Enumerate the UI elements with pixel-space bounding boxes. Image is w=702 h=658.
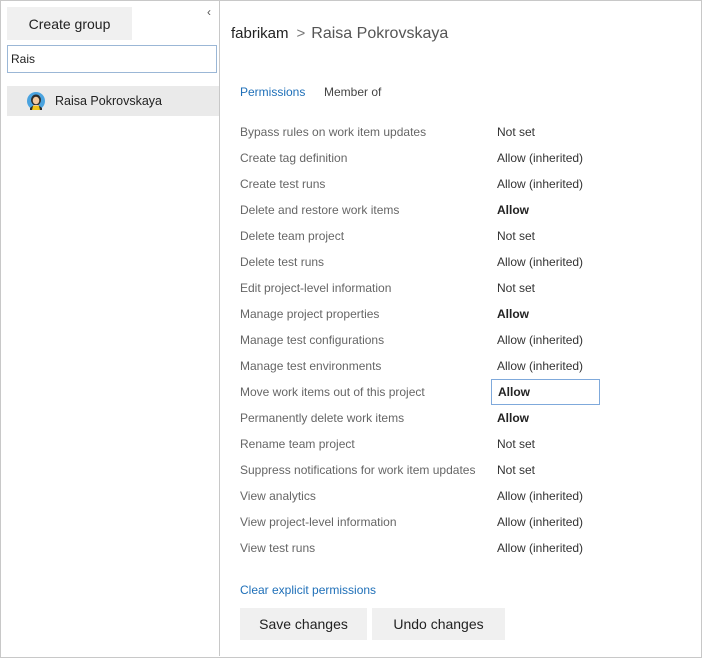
permission-value-dropdown[interactable]: Allow (inherited)	[497, 541, 583, 555]
permission-name: Manage project properties	[240, 307, 380, 321]
permission-name: Manage test configurations	[240, 333, 385, 347]
permission-name: View project-level information	[240, 515, 397, 529]
undo-changes-button[interactable]: Undo changes	[372, 608, 505, 640]
permission-value-dropdown[interactable]: Allow (inherited)	[497, 177, 583, 191]
permission-value-dropdown[interactable]: Allow (inherited)	[497, 515, 583, 529]
breadcrumb-separator: >	[296, 25, 306, 42]
permission-value-dropdown[interactable]: Allow (inherited)	[497, 333, 583, 347]
permission-name: View analytics	[240, 489, 316, 503]
search-input[interactable]	[7, 45, 217, 73]
permission-name: Manage test environments	[240, 359, 382, 373]
collapse-panel-icon[interactable]: ‹	[203, 5, 215, 19]
create-group-button[interactable]: Create group	[7, 7, 132, 40]
breadcrumb: fabrikam > Raisa Pokrovskaya	[231, 25, 448, 43]
permission-value-dropdown[interactable]: Allow (inherited)	[497, 359, 583, 373]
permission-value-dropdown[interactable]: Allow (inherited)	[497, 489, 583, 503]
permission-value-dropdown[interactable]: Not set	[497, 437, 535, 451]
permission-value-dropdown[interactable]: Allow	[497, 307, 529, 321]
permission-value-dropdown[interactable]: Not set	[497, 281, 535, 295]
permission-name: Suppress notifications for work item upd…	[240, 463, 476, 477]
clear-explicit-permissions-link[interactable]: Clear explicit permissions	[240, 583, 376, 597]
permission-name: Move work items out of this project	[240, 385, 425, 399]
user-list-item[interactable]: Raisa Pokrovskaya	[7, 86, 219, 116]
permission-value-dropdown[interactable]: Allow	[491, 379, 600, 405]
permission-name: Rename team project	[240, 437, 355, 451]
permission-name: Permanently delete work items	[240, 411, 405, 425]
breadcrumb-user: Raisa Pokrovskaya	[311, 25, 449, 42]
permission-name: Delete test runs	[240, 255, 325, 269]
permission-name: Create test runs	[240, 177, 326, 191]
save-changes-button[interactable]: Save changes	[240, 608, 367, 640]
permission-name: Delete and restore work items	[240, 203, 400, 217]
permission-value-dropdown[interactable]: Allow	[497, 411, 529, 425]
permission-value-dropdown[interactable]: Not set	[497, 463, 535, 477]
permission-name: View test runs	[240, 541, 316, 555]
tab-permissions[interactable]: Permissions	[240, 85, 305, 99]
sidebar: Create group ‹ Raisa Pokrovskaya	[0, 0, 220, 656]
permission-name: Delete team project	[240, 229, 345, 243]
permission-value-dropdown[interactable]: Allow (inherited)	[497, 151, 583, 165]
permission-value-dropdown[interactable]: Not set	[497, 229, 535, 243]
breadcrumb-org[interactable]: fabrikam	[231, 25, 289, 42]
permission-name: Edit project-level information	[240, 281, 392, 295]
user-name-label: Raisa Pokrovskaya	[55, 94, 162, 108]
user-avatar-icon	[27, 92, 45, 110]
permission-name: Create tag definition	[240, 151, 348, 165]
permission-value-dropdown[interactable]: Not set	[497, 125, 535, 139]
permission-value-dropdown[interactable]: Allow (inherited)	[497, 255, 583, 269]
permission-value-dropdown[interactable]: Allow	[497, 203, 529, 217]
permission-name: Bypass rules on work item updates	[240, 125, 427, 139]
tab-member-of[interactable]: Member of	[324, 85, 381, 99]
